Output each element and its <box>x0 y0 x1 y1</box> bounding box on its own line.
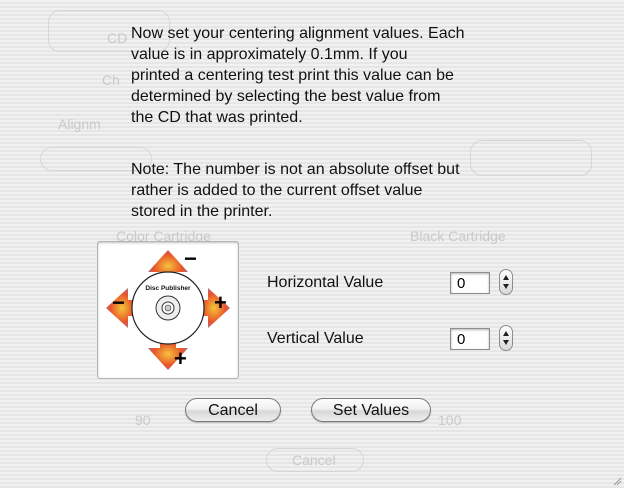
stepper-up-icon[interactable] <box>503 331 509 336</box>
set-values-button[interactable]: Set Values <box>311 398 431 422</box>
plus-sign: + <box>174 346 187 371</box>
plus-sign: + <box>214 290 227 315</box>
vertical-stepper[interactable] <box>499 325 513 351</box>
minus-sign: − <box>112 290 125 315</box>
instruction-text: Now set your centering alignment values.… <box>131 25 465 126</box>
note-text: Note: The number is not an absolute offs… <box>131 161 460 220</box>
cd-alignment-image: Disc Publisher − − + + <box>97 241 239 379</box>
stepper-up-icon[interactable] <box>503 275 509 280</box>
stepper-down-icon[interactable] <box>503 340 509 345</box>
horizontal-stepper[interactable] <box>499 269 513 295</box>
horizontal-value-field[interactable]: 0 <box>450 272 490 294</box>
vertical-value-field[interactable]: 0 <box>450 328 490 350</box>
vertical-label: Vertical Value <box>267 330 364 347</box>
stepper-down-icon[interactable] <box>503 284 509 289</box>
cancel-button[interactable]: Cancel <box>185 398 281 422</box>
minus-sign: − <box>184 246 197 271</box>
cd-alignment-arrows-icon: Disc Publisher − − + + <box>106 246 230 371</box>
disc-label: Disc Publisher <box>145 285 191 292</box>
resize-grip-icon[interactable] <box>612 476 622 486</box>
alignment-sheet: Now set your centering alignment values.… <box>0 0 624 488</box>
horizontal-label: Horizontal Value <box>267 274 384 291</box>
